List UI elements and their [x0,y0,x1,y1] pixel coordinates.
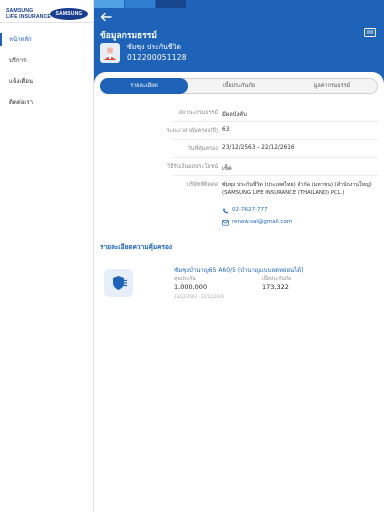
phone-link[interactable]: 02-7627-777 [232,207,267,213]
policy-number: 012200051128 [127,53,187,62]
policy-content: รายละเอียด เบี้ยประกันภัย มูลค่ากรมธรรม์… [94,72,384,512]
policy-holder-name: ซัมซุง ประกันชีวิต [127,43,181,51]
policy-tabs: รายละเอียด เบี้ยประกันภัย มูลค่ากรมธรรม์ [100,78,378,94]
id-card-icon[interactable] [364,28,376,37]
sidebar-item-notifications[interactable]: แจ้งเตือน [0,75,94,96]
premium-label: เบี้ยประกันภัย [262,276,292,282]
company-name-th: ซัมซุง ประกันชีวิต (ประเทศไทย) จำกัด (มห… [222,182,372,188]
sidebar-item-contact[interactable]: ติดต่อเรา [0,96,94,117]
sidebar-nav: หน้าหลัก บริการ แจ้งเตือน ติดต่อเรา [0,33,94,117]
user-icon [104,47,116,60]
coverage-card[interactable] [104,269,133,297]
shield-coverage-icon [113,276,127,290]
email-link[interactable]: renew.sal@gmail.com [232,219,292,225]
sidebar-item-home[interactable]: หน้าหลัก [0,33,94,54]
premium-value: 173,322 [262,283,289,291]
app-window: SAMSUNG LIFE INSURANCE SAMSUNG หน้าหลัก … [0,0,384,512]
payout-method-label: วิธีรับเงินผลประโยชน์ [167,164,218,170]
main-panel: ข้อมูลกรมธรรม์ ซัมซุง ประกันชีวิต 012200… [94,0,384,512]
coverage-period: 23/12/2563 - 22/12/2616 [174,294,225,299]
header-accent-bar [94,0,384,8]
samsung-life-logo: SAMSUNG LIFE INSURANCE SAMSUNG [6,8,90,28]
company-name-en: (SAMSUNG LIFE INSURANCE (THAILAND) PCL.) [222,190,345,196]
status-label: สถานะกรมธรรม์ [178,110,218,116]
tab-premium[interactable]: เบี้ยประกันภัย [193,78,285,94]
tab-policy-value[interactable]: มูลค่ากรมธรรม์ [285,78,379,94]
samsung-badge: SAMSUNG [50,8,88,20]
row-divider [172,175,378,176]
email-icon [222,220,229,226]
sum-insured-value: 1,000,000 [174,283,208,291]
row-divider [172,139,378,140]
coverage-date-label: วันที่คุ้มครอง [187,146,218,152]
logo-divider [0,22,94,23]
sidebar: SAMSUNG LIFE INSURANCE SAMSUNG หน้าหลัก … [0,0,94,512]
coverage-plan-name[interactable]: ซัมซุงบำนาญ65 A60/5 (บำนาญแบบลดหย่อนได้) [174,265,303,275]
sidebar-item-services[interactable]: บริการ [0,54,94,75]
tab-details[interactable]: รายละเอียด [100,78,188,94]
coverage-date-value: 23/12/2563 - 22/12/2616 [222,145,295,151]
coverage-years-value: 63 [222,127,230,133]
status-value: มีผลบังคับ [222,112,247,118]
company-label: บริษัทที่ติดต่อ [186,182,218,188]
coverage-years-label: ระยะเวลาคุ้มครอง(ปี) [166,128,218,134]
arrow-left-icon[interactable] [100,12,112,22]
phone-icon [223,208,228,214]
avatar [100,43,120,63]
sum-insured-label: ทุนประกัน [174,276,196,282]
row-divider [172,157,378,158]
payout-method-value: เช็ค [222,166,232,172]
page-title: ข้อมูลกรมธรรม์ [100,31,157,41]
logo-wordmark: SAMSUNG LIFE INSURANCE [6,8,51,20]
logo-line-2: LIFE INSURANCE [6,14,51,20]
coverage-section-title: รายละเอียดความคุ้มครอง [100,243,173,251]
row-divider [172,121,378,122]
